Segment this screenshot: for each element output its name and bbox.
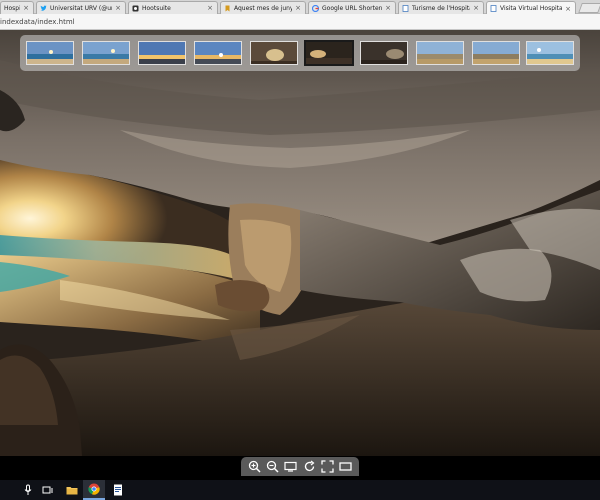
tab-label: Hootsuite — [142, 4, 171, 12]
tab-hootsuite[interactable]: Hootsuite × — [128, 1, 218, 14]
scene-thumbnail-6-selected[interactable] — [304, 40, 354, 66]
scene-thumbnail-7[interactable] — [360, 41, 408, 65]
tab-google-url-shortener[interactable]: Google URL Shortener × — [308, 1, 396, 14]
bookmark-icon — [224, 5, 231, 12]
tab-label: Turisme de l'Hospitalet d — [412, 4, 470, 12]
folder-icon[interactable] — [61, 480, 83, 500]
task-view-icon[interactable] — [37, 480, 59, 500]
scene-thumbnail-2[interactable] — [82, 41, 130, 65]
zoom-in-icon[interactable] — [248, 460, 261, 473]
tab-aquest-mes[interactable]: Aquest mes de juny se c × — [220, 1, 306, 14]
google-icon — [311, 4, 320, 12]
screen-icon[interactable] — [284, 460, 297, 473]
page-icon — [402, 4, 409, 12]
page-icon — [490, 5, 497, 12]
url-text[interactable]: indexdata/index.html — [0, 16, 75, 28]
tab-label: Google URL Shortener — [322, 4, 382, 12]
tab-label: Hospitalet d — [4, 4, 20, 12]
cave-panorama-image[interactable] — [0, 30, 600, 456]
tab-visita-virtual[interactable]: Visita Virtual Hospitalet d × — [486, 1, 576, 15]
close-icon[interactable]: × — [114, 4, 122, 12]
scene-thumbnail-strip — [20, 35, 580, 71]
rotate-icon[interactable] — [303, 460, 316, 473]
tab-bar: Hospitalet d × Universitat URV (@unive ×… — [0, 0, 600, 15]
windows-taskbar — [0, 480, 600, 500]
tab-label: Aquest mes de juny se c — [234, 4, 292, 12]
scene-thumbnail-3[interactable] — [138, 41, 186, 65]
rectangle-icon[interactable] — [339, 460, 352, 473]
scene-thumbnail-10[interactable] — [526, 41, 574, 65]
document-icon[interactable] — [107, 480, 129, 500]
new-tab-button[interactable] — [578, 3, 600, 13]
fullscreen-icon[interactable] — [321, 460, 334, 473]
tab-turisme-hospitalet[interactable]: Turisme de l'Hospitalet d × — [398, 1, 484, 14]
tab-hospitalet[interactable]: Hospitalet d × — [0, 1, 34, 14]
scene-thumbnail-5[interactable] — [250, 41, 298, 65]
scene-thumbnail-4[interactable] — [194, 41, 242, 65]
close-icon[interactable]: × — [564, 5, 572, 13]
hootsuite-icon — [132, 5, 139, 12]
address-bar[interactable]: indexdata/index.html — [0, 14, 600, 30]
microphone-icon[interactable] — [17, 480, 39, 500]
close-icon[interactable]: × — [22, 4, 30, 12]
scene-thumbnail-1[interactable] — [26, 41, 74, 65]
tab-universitat-urv[interactable]: Universitat URV (@unive × — [36, 1, 126, 14]
viewer-control-bar — [241, 457, 359, 476]
scene-thumbnail-8[interactable] — [416, 41, 464, 65]
panorama-viewer[interactable] — [0, 30, 600, 456]
close-icon[interactable]: × — [206, 4, 214, 12]
close-icon[interactable]: × — [472, 4, 480, 12]
close-icon[interactable]: × — [294, 4, 302, 12]
scene-thumbnail-9[interactable] — [472, 41, 520, 65]
tab-label: Visita Virtual Hospitalet d — [500, 5, 562, 12]
twitter-icon — [40, 5, 47, 12]
chrome-icon[interactable] — [83, 480, 105, 500]
zoom-out-icon[interactable] — [266, 460, 279, 473]
close-icon[interactable]: × — [384, 4, 392, 12]
tab-label: Universitat URV (@unive — [50, 4, 112, 12]
